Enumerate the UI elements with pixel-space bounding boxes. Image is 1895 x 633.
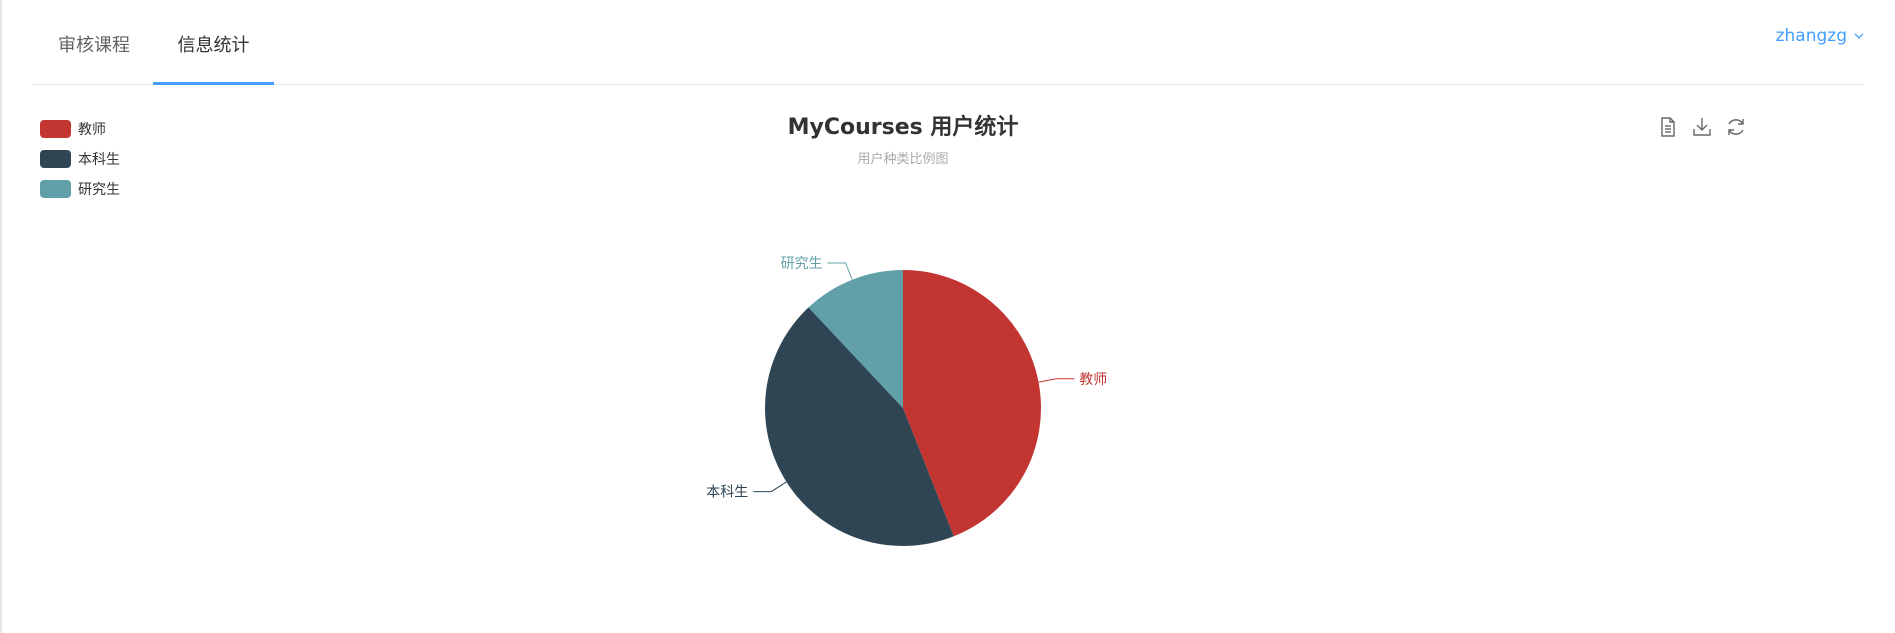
user-name: zhangzg xyxy=(1775,26,1847,46)
active-tab-indicator xyxy=(153,82,274,85)
tab-statistics[interactable]: 信息统计 xyxy=(153,0,274,84)
chevron-down-icon xyxy=(1854,33,1864,39)
slice-label-teacher: 教师 xyxy=(1079,372,1107,388)
tab-review-courses[interactable]: 审核课程 xyxy=(58,0,158,84)
chart-container: 教师 本科生 研究生 MyCourses 用户统计 用户种类比例图 教师 本科生… xyxy=(33,100,1863,620)
slice-label-undergraduate: 本科生 xyxy=(706,485,748,501)
label-line-undergraduate xyxy=(753,481,787,493)
label-line-graduate xyxy=(827,262,853,280)
slice-label-graduate: 研究生 xyxy=(781,256,823,272)
pie-chart: 教师本科生 研究生 xyxy=(706,256,1107,546)
page-left-border xyxy=(0,0,2,633)
tab-bar: 审核课程 信息统计 xyxy=(33,0,1863,85)
user-dropdown[interactable]: zhangzg xyxy=(1776,26,1865,46)
label-line-teacher xyxy=(1038,378,1075,383)
